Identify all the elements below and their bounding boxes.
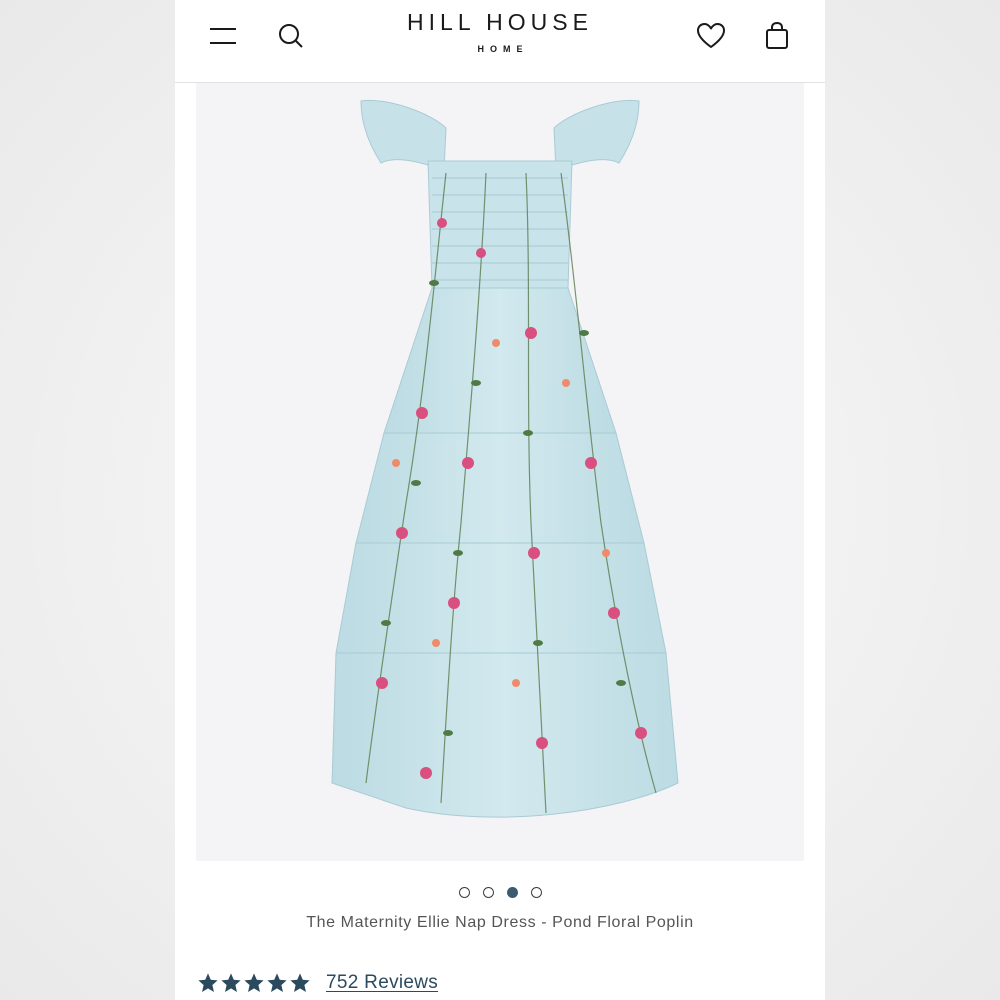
gallery-pagination — [175, 887, 825, 898]
brand-name: HILL HOUSE — [407, 9, 593, 35]
star-rating[interactable] — [197, 972, 311, 994]
product-title: The Maternity Ellie Nap Dress - Pond Flo… — [306, 914, 694, 931]
site-header: HILL HOUSE HOME — [175, 0, 825, 83]
heart-icon — [697, 23, 725, 48]
star-icon — [198, 973, 218, 992]
star-icon — [290, 973, 310, 992]
reviews-link[interactable]: 752 Reviews — [326, 972, 438, 994]
gallery-dot-4[interactable] — [530, 887, 542, 898]
gallery-dot-2[interactable] — [482, 887, 494, 898]
menu-icon — [210, 28, 236, 44]
gallery-dot-3[interactable] — [506, 887, 518, 898]
bag-button[interactable] — [757, 16, 797, 56]
wishlist-button[interactable] — [691, 16, 731, 56]
brand-subtitle: HOME — [477, 44, 529, 54]
dress-image — [331, 99, 679, 818]
phone-screen: HILL HOUSE HOME The Maternity Ellie Nap … — [175, 0, 825, 1000]
product-rating: 752 Reviews — [197, 972, 438, 994]
search-button[interactable] — [271, 16, 311, 56]
brand-logo[interactable]: HILL HOUSE HOME — [350, 8, 650, 54]
search-icon — [279, 24, 303, 48]
menu-button[interactable] — [203, 16, 243, 56]
gallery-dot-1[interactable] — [458, 887, 470, 898]
bag-icon — [766, 21, 788, 49]
product-image[interactable] — [196, 83, 804, 861]
star-icon — [221, 973, 241, 992]
star-icon — [267, 973, 287, 992]
star-icon — [244, 973, 264, 992]
